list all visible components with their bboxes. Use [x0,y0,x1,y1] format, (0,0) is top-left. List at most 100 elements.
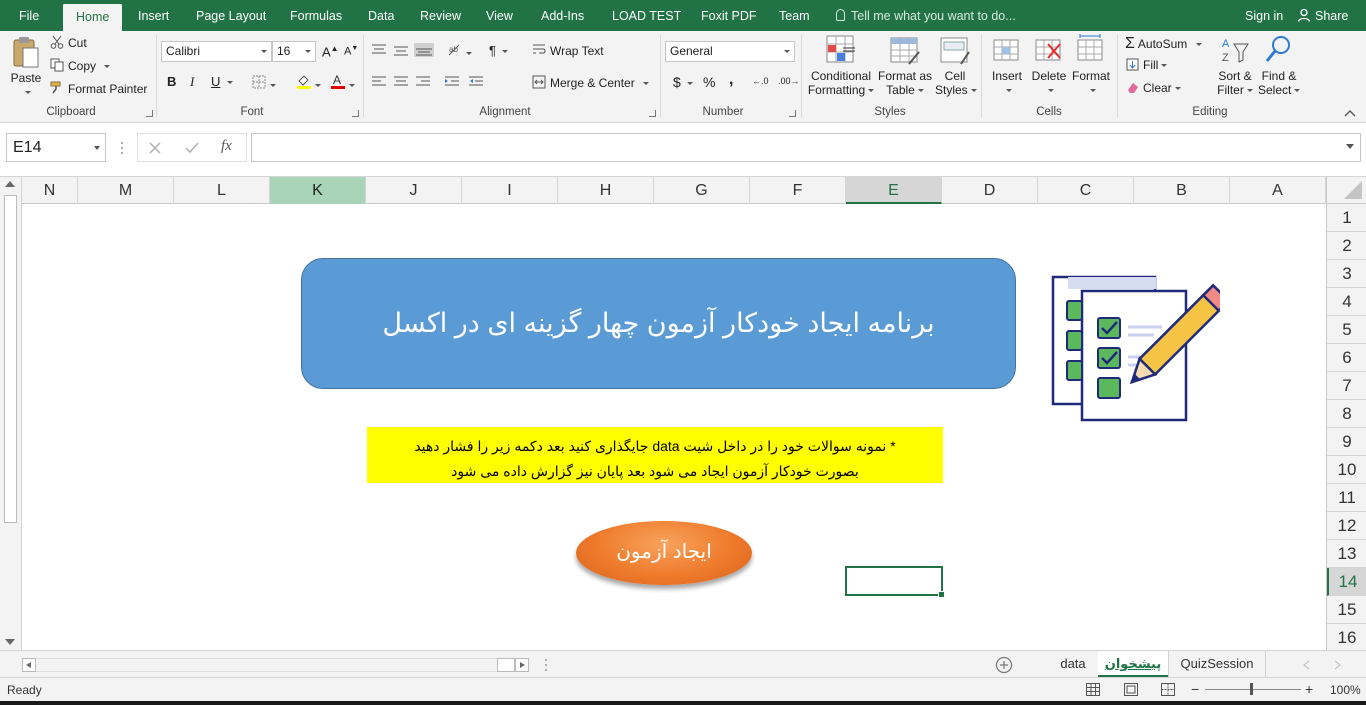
selected-cell-e14[interactable] [845,566,945,598]
orientation-button[interactable]: ab [447,43,472,60]
column-header-n[interactable]: N [22,177,78,204]
tab-load-test[interactable]: LOAD TEST [612,0,681,31]
tab-view[interactable]: View [486,0,513,31]
row-header-11[interactable]: 11 [1327,484,1366,512]
format-cells-button[interactable]: Format [1071,34,1111,97]
row-header-14[interactable]: 14 [1327,568,1366,596]
percent-button[interactable]: % [703,74,715,90]
tab-review[interactable]: Review [420,0,461,31]
delete-cells-button[interactable]: Delete [1030,34,1068,97]
select-all-corner[interactable] [1326,177,1366,204]
column-header-c[interactable]: C [1038,177,1134,204]
italic-button[interactable]: I [190,74,194,90]
vertical-scrollbar[interactable] [0,177,22,650]
cell-styles-button[interactable]: Cell Styles [935,34,977,97]
row-header-15[interactable]: 15 [1327,596,1366,624]
format-as-table-button[interactable]: Format as Table [877,34,933,97]
horizontal-scroll-thumb[interactable] [497,658,515,672]
column-header-m[interactable]: M [78,177,174,204]
vertical-align-icons[interactable] [372,43,434,57]
row-header-6[interactable]: 6 [1327,344,1366,372]
page-layout-view-icon[interactable] [1124,683,1138,696]
row-header-10[interactable]: 10 [1327,456,1366,484]
increase-decimal-button[interactable]: ←.0 [752,76,769,86]
zoom-out-button[interactable]: − [1191,681,1199,697]
sort-filter-button[interactable]: AZ Sort & Filter [1214,34,1256,97]
column-header-g[interactable]: G [654,177,750,204]
number-launcher[interactable] [789,110,796,117]
new-sheet-icon[interactable] [995,656,1013,674]
tab-add-ins[interactable]: Add-Ins [541,0,584,31]
row-header-9[interactable]: 9 [1327,428,1366,456]
zoom-level[interactable]: 100% [1330,683,1361,697]
tab-formulas[interactable]: Formulas [290,0,342,31]
number-format-select[interactable]: General [665,41,795,62]
conditional-formatting-button[interactable]: Conditional Formatting [807,34,875,97]
row-header-5[interactable]: 5 [1327,316,1366,344]
fill-button[interactable]: Fill [1126,58,1168,72]
tab-file[interactable]: File [19,0,39,31]
worksheet-grid[interactable]: برنامه ایجاد خودکار آزمون چهار گزینه ای … [22,204,1326,650]
column-header-i[interactable]: I [462,177,558,204]
tell-me-search[interactable]: Tell me what you want to do... [836,0,1016,31]
hscroll-right-button[interactable] [515,658,529,672]
grow-font-button[interactable]: A▲ [322,44,339,59]
row-header-2[interactable]: 2 [1327,232,1366,260]
tab-split-handle[interactable] [543,657,549,673]
borders-button[interactable] [252,75,276,92]
column-header-b[interactable]: B [1134,177,1230,204]
tab-insert[interactable]: Insert [138,0,169,31]
collapse-ribbon-icon[interactable] [1344,109,1356,117]
normal-view-icon[interactable] [1086,683,1100,696]
row-header-4[interactable]: 4 [1327,288,1366,316]
currency-button[interactable]: $ [673,74,693,90]
sheet-tab-quizsession[interactable]: QuizSession [1168,651,1266,677]
sign-in-link[interactable]: Sign in [1245,0,1283,31]
zoom-slider-thumb[interactable] [1250,683,1253,695]
font-color-button[interactable]: A [330,73,355,92]
share-button[interactable]: Share [1297,0,1348,31]
tab-home[interactable]: Home [63,4,123,31]
autosum-button[interactable]: Σ AutoSum [1125,35,1203,53]
column-header-a[interactable]: A [1230,177,1326,204]
tab-page-layout[interactable]: Page Layout [196,0,266,31]
vertical-scroll-thumb[interactable] [4,195,17,523]
tab-team[interactable]: Team [779,0,810,31]
zoom-slider[interactable] [1205,689,1301,690]
font-size-select[interactable]: 16 [272,41,316,62]
clipboard-launcher[interactable] [146,110,153,117]
paragraph-direction-button[interactable]: ¶ [489,43,508,58]
row-header-12[interactable]: 12 [1327,512,1366,540]
clear-button[interactable]: Clear [1126,81,1181,95]
sheet-tab-data[interactable]: data [1048,651,1098,677]
wrap-text-button[interactable]: Wrap Text [532,43,604,58]
sheet-tab-dashboard[interactable]: پیشخوان [1098,651,1168,677]
shrink-font-button[interactable]: A▼ [344,45,358,58]
cut-button[interactable]: Cut [50,35,87,50]
insert-cells-button[interactable]: Insert [988,34,1026,97]
horizontal-scrollbar[interactable] [36,658,516,672]
hscroll-left-button[interactable] [22,658,36,672]
row-header-3[interactable]: 3 [1327,260,1366,288]
row-header-16[interactable]: 16 [1327,624,1366,652]
column-header-l[interactable]: L [174,177,270,204]
font-name-select[interactable]: Calibri [161,41,272,62]
tab-foxit-pdf[interactable]: Foxit PDF [701,0,757,31]
decrease-decimal-button[interactable]: .00→ [778,76,800,86]
formula-input[interactable] [251,133,1361,162]
insert-function-button[interactable]: fx [221,138,232,155]
row-header-1[interactable]: 1 [1327,204,1366,232]
bold-button[interactable]: B [167,74,176,89]
zoom-in-button[interactable]: + [1305,681,1313,697]
indent-icons[interactable] [445,75,487,89]
find-select-button[interactable]: Find & Select [1258,34,1301,97]
cancel-entry-icon[interactable] [149,142,161,154]
column-header-f[interactable]: F [750,177,846,204]
confirm-entry-icon[interactable] [185,142,199,154]
column-header-d[interactable]: D [942,177,1038,204]
sheet-nav-arrows[interactable] [1302,660,1342,670]
tab-data[interactable]: Data [368,0,394,31]
column-header-h[interactable]: H [558,177,654,204]
column-header-e[interactable]: E [846,177,942,204]
column-header-j[interactable]: J [366,177,462,204]
